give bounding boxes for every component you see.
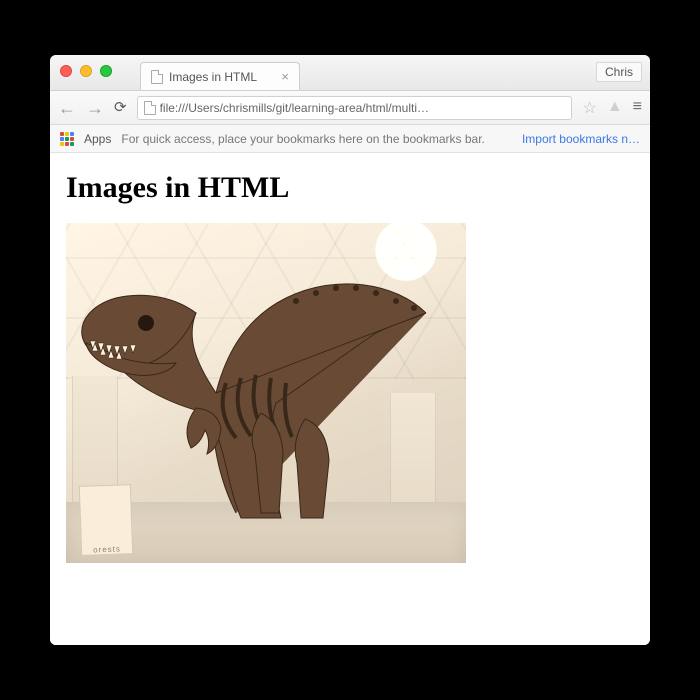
content-image: orests bbox=[66, 223, 466, 563]
dinosaur-skeleton-illustration bbox=[76, 243, 446, 543]
tab-title: Images in HTML bbox=[169, 70, 257, 84]
page-heading: Images in HTML bbox=[66, 171, 634, 205]
minimize-window-button[interactable] bbox=[80, 65, 92, 77]
exhibit-sign-text: orests bbox=[93, 545, 121, 555]
profile-button[interactable]: Chris bbox=[596, 62, 642, 82]
titlebar: Images in HTML × Chris bbox=[50, 55, 650, 91]
museum-background: orests bbox=[66, 223, 466, 563]
apps-icon[interactable] bbox=[60, 132, 74, 146]
profile-name: Chris bbox=[605, 65, 633, 79]
reload-button[interactable]: ⟳ bbox=[114, 100, 127, 115]
apps-label[interactable]: Apps bbox=[84, 132, 111, 146]
bookmarks-hint: For quick access, place your bookmarks h… bbox=[121, 132, 485, 146]
address-bar[interactable]: file:///Users/chrismills/git/learning-ar… bbox=[137, 96, 573, 120]
close-tab-button[interactable]: × bbox=[281, 69, 289, 84]
toolbar: ← → ⟳ file:///Users/chrismills/git/learn… bbox=[50, 91, 650, 125]
window-controls bbox=[60, 65, 112, 77]
page-file-icon bbox=[144, 101, 156, 115]
browser-tab[interactable]: Images in HTML × bbox=[140, 62, 300, 90]
back-button[interactable]: ← bbox=[58, 99, 76, 117]
close-window-button[interactable] bbox=[60, 65, 72, 77]
page-viewport[interactable]: Images in HTML orests bbox=[50, 153, 650, 645]
maximize-window-button[interactable] bbox=[100, 65, 112, 77]
bookmark-star-icon[interactable]: ☆ bbox=[582, 98, 596, 118]
browser-window: Images in HTML × Chris ← → ⟳ file:///Use… bbox=[50, 55, 650, 645]
file-icon bbox=[151, 70, 163, 84]
bookmarks-bar: Apps For quick access, place your bookma… bbox=[50, 125, 650, 153]
omnibox-actions: ☆ ▲ ≡ bbox=[582, 98, 642, 118]
import-bookmarks-link[interactable]: Import bookmarks n… bbox=[522, 132, 640, 146]
menu-icon[interactable]: ≡ bbox=[633, 98, 642, 118]
url-text: file:///Users/chrismills/git/learning-ar… bbox=[160, 101, 566, 115]
drive-icon[interactable]: ▲ bbox=[607, 98, 623, 118]
forward-button[interactable]: → bbox=[86, 99, 104, 117]
